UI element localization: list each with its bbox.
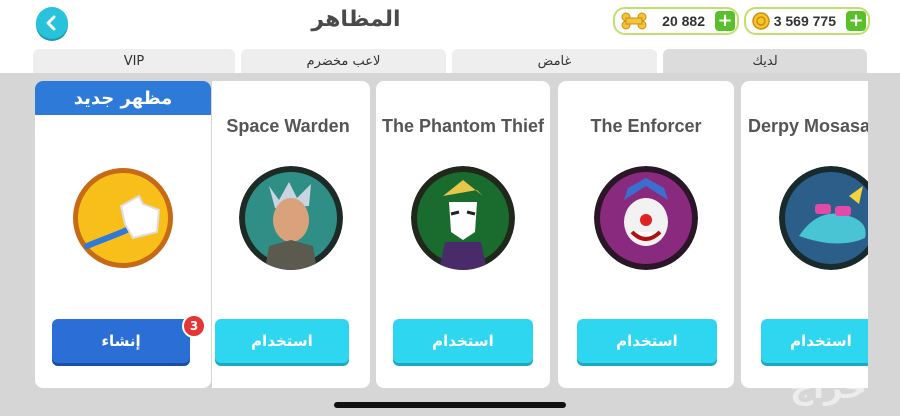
page-title: المظاهر — [311, 7, 401, 32]
home-indicator — [334, 402, 566, 408]
use-button[interactable]: استخدام — [577, 319, 717, 363]
use-button[interactable]: استخدام — [761, 319, 868, 363]
skin-name: Derpy Mosasaur — [748, 116, 868, 136]
tab-mystery[interactable]: غامض — [452, 49, 657, 73]
skin-card-derpy-mosasaur[interactable]: Derpy Mosasaur استخدام — [741, 81, 868, 388]
watermark: حراج — [790, 368, 867, 406]
skin-name: Space Warden — [226, 116, 350, 136]
new-skin-card[interactable]: مظهر جديد إنشاء 3 — [35, 81, 211, 388]
coin-icon — [752, 12, 770, 30]
bones-counter: 20 882 + — [613, 7, 739, 35]
skins-list: مظهر جديد إنشاء 3 Space Warden استخدام T… — [0, 73, 900, 416]
phantom-thief-avatar — [411, 166, 515, 270]
create-button[interactable]: إنشاء — [52, 319, 190, 363]
use-button[interactable]: استخدام — [393, 319, 533, 363]
coins-counter: 3 569 775 + — [744, 7, 870, 35]
add-bones-button[interactable]: + — [715, 11, 735, 31]
tab-owned[interactable]: لديك — [663, 49, 867, 73]
bones-value: 20 882 — [662, 13, 705, 29]
bone-icon — [621, 12, 647, 30]
skin-name: The Phantom Thief — [382, 116, 544, 136]
skin-name: The Enforcer — [590, 116, 702, 136]
new-skin-header: مظهر جديد — [35, 81, 211, 115]
derpy-mosasaur-avatar — [779, 166, 868, 270]
tab-vip[interactable]: VIP — [33, 49, 235, 73]
space-warden-avatar — [239, 166, 343, 270]
tab-veteran[interactable]: لاعب مخضرم — [241, 49, 446, 73]
skin-card-space-warden[interactable]: Space Warden استخدام — [212, 81, 370, 388]
coins-value: 3 569 775 — [773, 13, 836, 29]
use-button[interactable]: استخدام — [215, 319, 349, 363]
top-bar: المظاهر 20 882 + 3 569 775 + — [0, 0, 900, 46]
create-skin-icon — [73, 168, 173, 268]
skin-card-phantom-thief[interactable]: The Phantom Thief استخدام — [376, 81, 550, 388]
add-coins-button[interactable]: + — [846, 11, 866, 31]
create-count-badge: 3 — [182, 314, 206, 338]
tab-bar: لديك غامض لاعب مخضرم VIP — [0, 45, 900, 73]
enforcer-avatar — [594, 166, 698, 270]
skin-card-enforcer[interactable]: The Enforcer استخدام — [558, 81, 734, 388]
